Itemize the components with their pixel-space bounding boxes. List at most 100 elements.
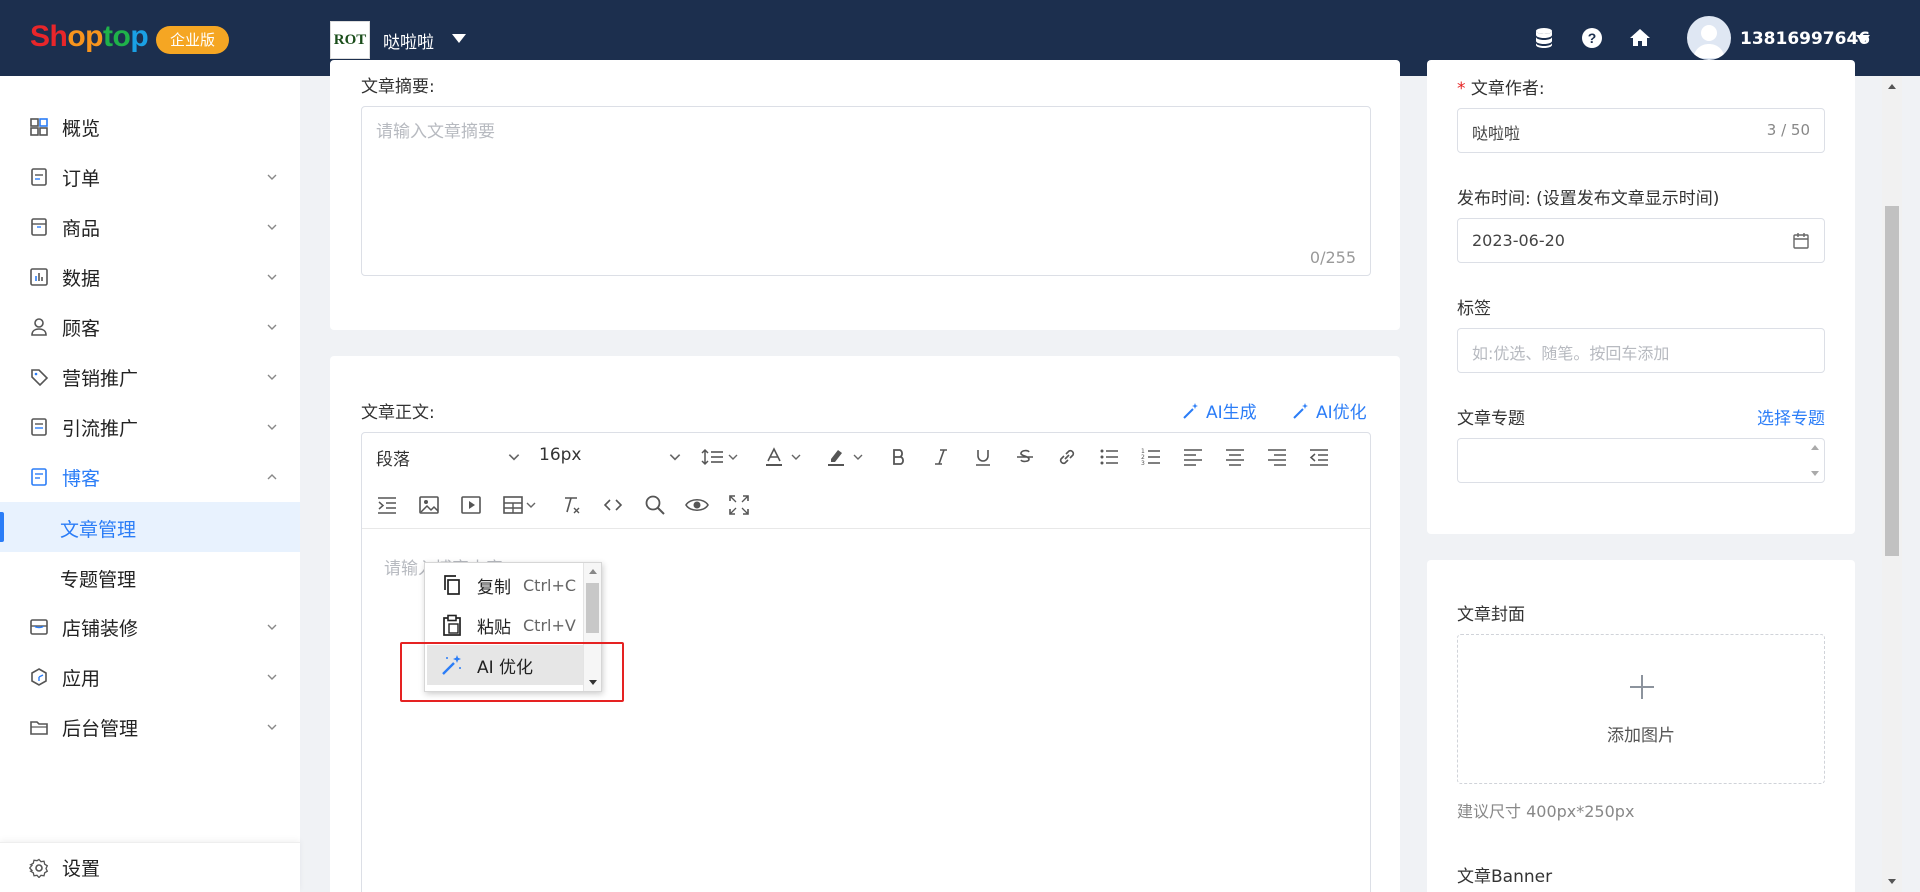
underline-icon[interactable] [970,444,996,470]
ai-optimize-link[interactable]: AI优化 [1292,398,1367,423]
align-center-icon[interactable] [1222,444,1248,470]
link-icon[interactable] [1054,444,1080,470]
chevron-down-icon[interactable] [507,450,521,464]
sidebar-subitem-article-management[interactable]: 文章管理 [0,502,300,552]
home-icon[interactable] [1628,26,1652,50]
shoptop-logo[interactable]: Shoptop [30,20,149,54]
publish-date-picker[interactable]: 2023-06-20 [1457,218,1825,263]
sidebar-item-customers[interactable]: 顾客 [0,302,300,352]
font-color-icon[interactable] [761,444,787,470]
chevron-down-icon[interactable] [524,492,538,518]
bold-icon[interactable] [886,444,912,470]
numbered-list-icon[interactable]: 123 [1138,444,1164,470]
author-input[interactable]: 哒啦啦 3 / 50 [1457,108,1825,153]
strikethrough-icon[interactable] [1012,444,1038,470]
line-height-icon[interactable] [700,444,726,470]
sidebar-item-orders[interactable]: 订单 [0,152,300,202]
folder-icon [30,721,48,735]
add-image-label: 添加图片 [1607,726,1675,746]
sidebar-item-label: 店铺装修 [62,617,139,640]
sidebar-item-products[interactable]: 商品 [0,202,300,252]
bar-chart-icon [30,268,48,286]
font-size-select[interactable]: 16px [539,445,581,465]
help-icon[interactable]: ? [1580,26,1604,50]
scroll-up-arrow-icon[interactable] [1887,82,1897,90]
topic-select-box[interactable] [1457,438,1825,483]
search-icon[interactable] [642,492,668,518]
copy-icon [444,575,460,595]
sidebar-item-apps[interactable]: 应用 [0,652,300,702]
context-menu-paste[interactable]: 粘贴 Ctrl+V [427,605,583,645]
align-left-icon[interactable] [1180,444,1206,470]
shop-switch-caret-icon[interactable] [452,34,466,43]
ai-generate-link[interactable]: AI生成 [1182,398,1257,423]
context-menu-scroll-thumb[interactable] [586,583,599,633]
user-avatar[interactable] [1687,16,1731,60]
page-scrollbar[interactable] [1882,76,1902,892]
image-icon[interactable] [416,492,442,518]
editor-toolbar-row-2 [362,481,1370,529]
scroll-up-arrow-icon[interactable] [588,567,598,575]
sidebar-subitem-topic-management[interactable]: 专题管理 [0,552,300,602]
chevron-down-icon[interactable] [668,450,682,464]
sidebar-item-admin[interactable]: 后台管理 [0,702,300,752]
sidebar-item-blog[interactable]: 博客 [0,452,300,502]
sidebar-item-marketing[interactable]: 营销推广 [0,352,300,402]
sidebar-item-traffic[interactable]: 引流推广 [0,402,300,452]
topic-label: 文章专题 [1457,409,1525,429]
cover-label: 文章封面 [1457,605,1525,625]
shop-name[interactable]: 哒啦啦 [383,28,434,53]
sidebar-item-settings[interactable]: 设置 [0,842,300,892]
banner-label: 文章Banner [1457,867,1553,887]
fullscreen-icon[interactable] [726,492,752,518]
blog-icon [31,468,47,486]
paragraph-select[interactable]: 段落 [376,445,410,470]
scroll-down-arrow-icon[interactable] [1887,878,1897,886]
body-label: 文章正文: [361,403,435,423]
sidebar-item-store-design[interactable]: 店铺装修 [0,602,300,652]
product-icon [31,218,47,236]
highlight-color-icon[interactable] [823,444,849,470]
chevron-up-icon [267,474,277,480]
table-icon[interactable] [500,492,526,518]
context-menu-shortcut: Ctrl+C [523,575,577,595]
sidebar-item-label: 应用 [62,667,101,690]
shop-logo[interactable]: ROT [330,21,370,59]
indent-icon[interactable] [374,492,400,518]
tags-input[interactable]: 如:优选、随笔。按回车添加 [1457,328,1825,373]
outdent-icon[interactable] [1306,444,1332,470]
chevron-down-icon [267,624,277,630]
align-right-icon[interactable] [1264,444,1290,470]
cover-upload-area[interactable]: 添加图片 [1457,634,1825,784]
dashboard-icon [30,118,48,136]
scroll-down-arrow-icon[interactable] [1810,470,1820,478]
chevron-down-icon[interactable] [726,444,740,470]
user-icon [31,318,47,336]
sidebar-item-label: 引流推广 [62,417,139,440]
sidebar-item-data[interactable]: 数据 [0,252,300,302]
italic-icon[interactable] [928,444,954,470]
chevron-down-icon[interactable] [851,444,865,470]
svg-text:?: ? [1588,30,1597,46]
summary-textarea[interactable]: 请输入文章摘要 0/255 [361,106,1371,276]
page-scroll-thumb[interactable] [1885,206,1899,556]
cover-size-hint: 建议尺寸 400px*250px [1457,802,1635,821]
sidebar-subitem-label: 专题管理 [60,569,137,591]
sidebar-item-overview[interactable]: 概览 [0,102,300,152]
video-icon[interactable] [458,492,484,518]
database-icon[interactable] [1532,26,1556,50]
user-phone[interactable]: 13816997646 [1740,29,1870,49]
context-menu-copy[interactable]: 复制 Ctrl+C [427,565,583,605]
chevron-down-icon[interactable] [789,444,803,470]
chevron-down-icon [267,174,277,180]
clear-format-icon[interactable] [558,492,584,518]
bullet-list-icon[interactable] [1096,444,1122,470]
preview-eye-icon[interactable] [684,492,710,518]
calendar-icon[interactable] [1792,232,1810,250]
sidebar-item-label: 营销推广 [62,367,139,390]
code-icon[interactable] [600,492,626,518]
scroll-up-arrow-icon[interactable] [1810,443,1820,451]
user-menu-caret-icon[interactable] [1856,35,1870,44]
editor-toolbar-row-1: 段落 16px 123 [362,433,1370,481]
select-topic-link[interactable]: 选择专题 [1757,404,1825,429]
